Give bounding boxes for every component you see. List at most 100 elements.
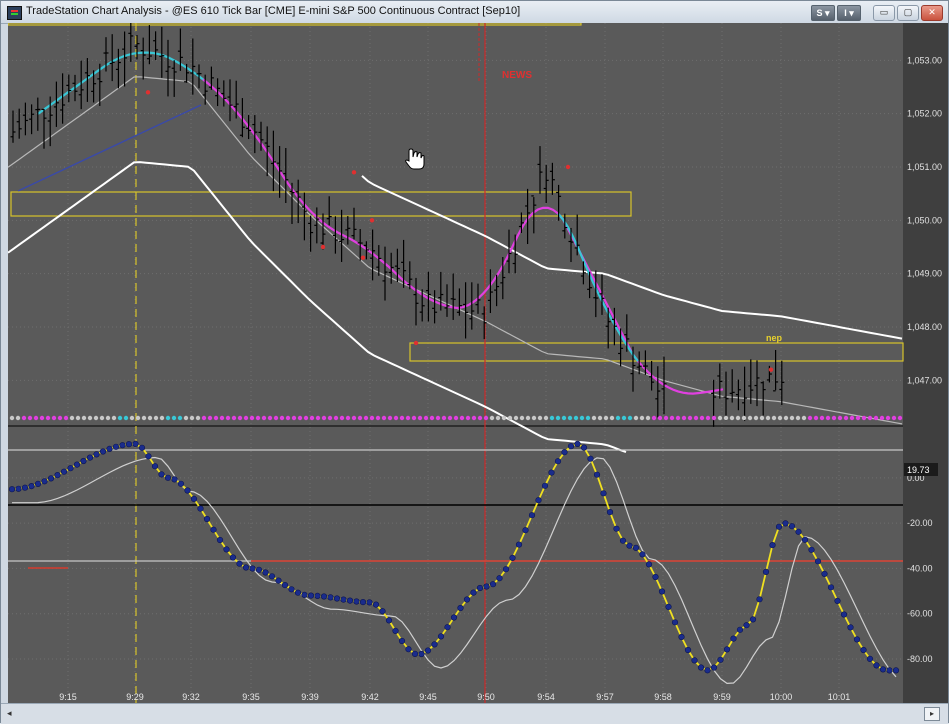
time-axis-label: 9:42 — [361, 692, 379, 702]
oscillator-dot — [327, 594, 334, 601]
oscillator-dot — [821, 570, 828, 578]
signal-dot — [561, 415, 567, 421]
signal-dot — [435, 415, 441, 421]
oscillator-dot — [522, 527, 529, 534]
horizontal-scrollbar[interactable]: ◂ ▸ — [1, 703, 948, 724]
oscillator-dot — [164, 474, 172, 481]
signal-dot — [135, 415, 141, 421]
signal-dot — [651, 415, 657, 421]
signal-dot — [567, 415, 573, 421]
oscillator-axis-label: -60.00 — [907, 609, 933, 619]
oscillator-dot — [613, 525, 620, 532]
i-menu-button[interactable]: I ▾ — [837, 5, 861, 21]
signal-dot — [279, 415, 285, 421]
signal-dot — [333, 415, 339, 421]
oscillator-dot — [268, 573, 276, 580]
signal-dot — [579, 415, 585, 421]
signal-dot — [627, 415, 633, 421]
minimize-button[interactable]: ▭ — [873, 5, 895, 21]
oscillator-dot — [691, 657, 698, 664]
oscillator-dot — [483, 583, 490, 590]
oscillator-dot — [184, 487, 191, 494]
time-axis-label: 9:57 — [596, 692, 614, 702]
signal-dot — [243, 415, 249, 421]
signal-dot — [849, 415, 855, 421]
chart-canvas[interactable]: nep NEWS 1,053.00 1,052.00 1,051.00 1,050.0… — [8, 23, 948, 703]
oscillator-dot — [106, 445, 113, 453]
time-axis-label: 9:15 — [59, 692, 77, 702]
oscillator-dot — [392, 627, 399, 635]
signal-dot — [747, 415, 753, 421]
oscillator-dot — [424, 647, 432, 654]
oscillator-dot — [769, 541, 776, 549]
oscillator-dot — [541, 482, 549, 489]
signal-dot — [21, 415, 27, 421]
signal-dot — [795, 415, 801, 421]
oscillator-dot — [840, 611, 848, 618]
signal-dot — [141, 415, 147, 421]
signal-dot — [759, 415, 765, 421]
scroll-left-arrow-icon[interactable]: ◂ — [7, 708, 12, 719]
signal-dot — [663, 415, 669, 421]
signal-dot — [363, 415, 369, 421]
signal-dot — [231, 415, 237, 421]
signal-dot — [705, 415, 711, 421]
signal-dot — [171, 415, 177, 421]
signal-dot — [891, 415, 897, 421]
signal-dot — [555, 415, 561, 421]
oscillator-dot — [431, 641, 438, 648]
oscillator-dot — [418, 650, 425, 658]
signal-dot — [513, 415, 519, 421]
signal-dot — [585, 415, 591, 421]
oscillator-dot — [652, 573, 659, 581]
oscillator-dot — [320, 593, 328, 600]
scroll-right-arrow-icon[interactable]: ▸ — [924, 707, 940, 721]
close-button[interactable]: ✕ — [921, 5, 943, 21]
signal-dot — [441, 415, 447, 421]
signal-dot — [429, 415, 435, 421]
oscillator-dot — [359, 598, 367, 606]
price-axis-label: 1,047.00 — [907, 375, 942, 385]
signal-dot — [735, 415, 741, 421]
price-axis-label: 1,049.00 — [907, 269, 942, 279]
oscillator-dot — [658, 588, 666, 595]
signal-dot — [183, 415, 189, 421]
oscillator-dot — [210, 526, 217, 533]
signal-dot — [873, 415, 879, 421]
oscillator-dot — [288, 586, 295, 593]
oscillator-dot — [619, 537, 627, 544]
oscillator-dot — [554, 458, 562, 465]
signal-dot — [153, 415, 159, 421]
signal-dot — [717, 415, 723, 421]
signal-dot — [69, 415, 75, 421]
title-bar[interactable]: TradeStation Chart Analysis - @ES 610 Ti… — [1, 1, 948, 24]
oscillator-dot — [171, 476, 178, 483]
signal-dot — [603, 415, 609, 421]
oscillator-dot — [307, 592, 315, 599]
oscillator-dot — [561, 449, 568, 456]
signal-dot — [681, 415, 687, 421]
nep-label: nep — [766, 333, 783, 343]
signal-dot — [615, 415, 621, 421]
signal-dot — [393, 415, 399, 421]
signal-dot — [417, 415, 423, 421]
signal-dot — [309, 415, 315, 421]
oscillator-dot — [853, 636, 861, 643]
signal-dot — [381, 415, 387, 421]
oscillator-dot — [132, 440, 139, 448]
oscillator-dot — [67, 465, 74, 472]
signal-dot — [177, 415, 183, 421]
oscillator-dot — [99, 448, 107, 455]
signal-marker — [413, 340, 419, 346]
signal-dot — [645, 415, 651, 421]
signal-dot — [39, 415, 45, 421]
oscillator-dot — [353, 598, 360, 605]
oscillator-dot — [242, 564, 250, 571]
oscillator-dot — [346, 597, 354, 604]
axis-background — [903, 23, 948, 703]
signal-dot — [633, 415, 639, 421]
signal-dot — [237, 415, 243, 421]
signal-dot — [9, 415, 15, 421]
s-menu-button[interactable]: S ▾ — [811, 5, 835, 21]
restore-button[interactable]: ▢ — [897, 5, 919, 21]
